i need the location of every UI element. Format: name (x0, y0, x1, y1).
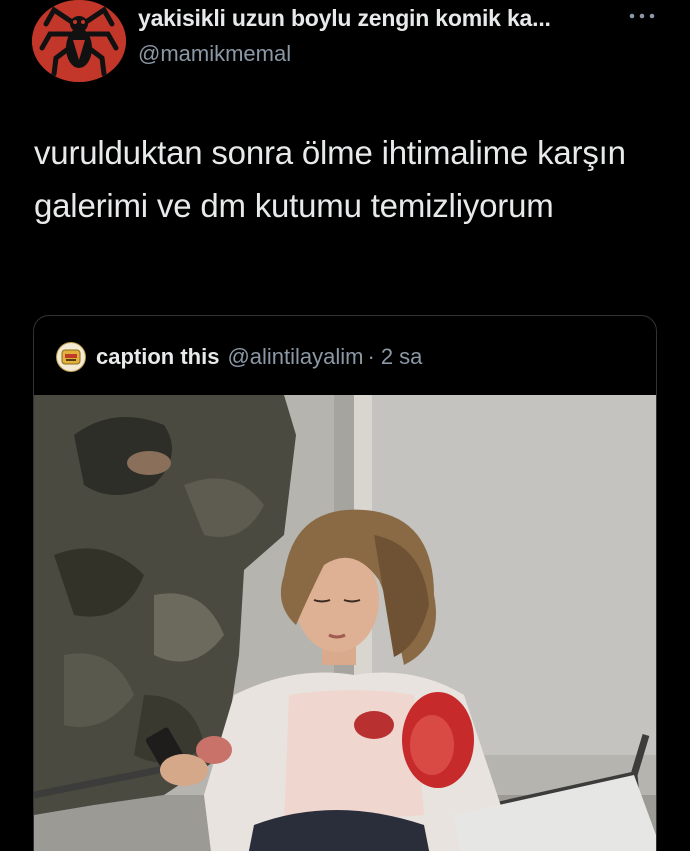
more-options-icon[interactable] (624, 4, 660, 28)
quoted-timestamp[interactable]: 2 sa (381, 344, 423, 370)
photo-injured-woman-with-phone-icon (34, 395, 656, 851)
spider-emblem-icon (32, 0, 126, 82)
tweet-screen: yakisikli uzun boylu zengin komik ka... … (0, 0, 690, 851)
author-avatar[interactable] (32, 0, 126, 82)
author-display-name[interactable]: yakisikli uzun boylu zengin komik ka... (138, 5, 551, 32)
quoted-tweet-header: caption this @alintilayalim · 2 sa (56, 341, 422, 373)
quoted-tweet-image[interactable] (34, 395, 656, 851)
caption-this-avatar-icon[interactable] (56, 342, 86, 372)
quoted-author-name[interactable]: caption this (96, 344, 219, 370)
quoted-author-handle[interactable]: @alintilayalim (227, 344, 363, 370)
author-handle[interactable]: @mamikmemal (138, 41, 291, 67)
tweet-text: vurulduktan sonra ölme ihtimalime karşın… (34, 134, 626, 224)
quoted-tweet-card[interactable]: caption this @alintilayalim · 2 sa (33, 315, 657, 851)
separator-dot: · (367, 344, 375, 369)
